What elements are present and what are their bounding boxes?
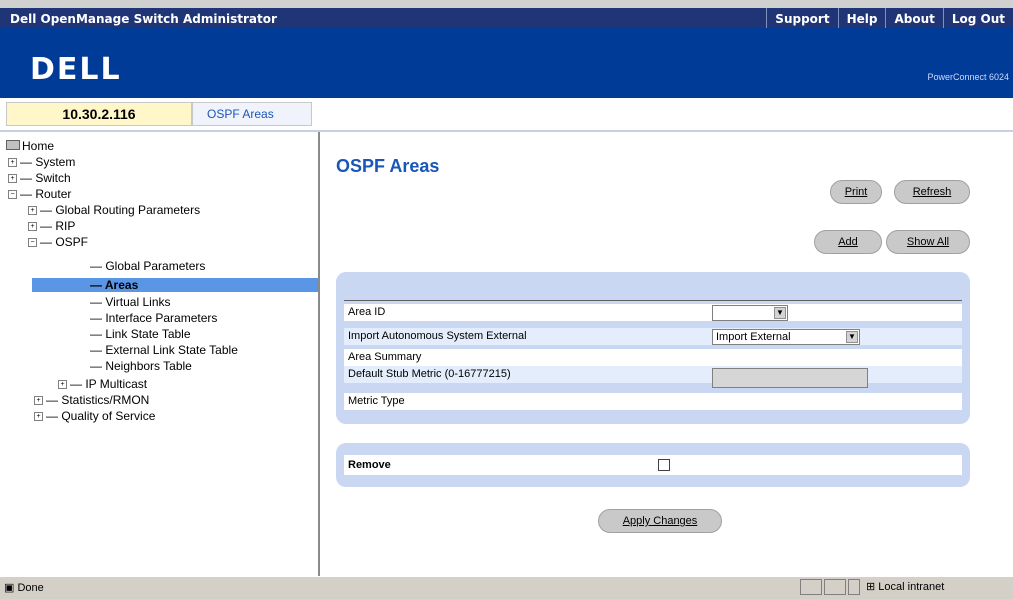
page-icon: ▣ <box>4 582 15 594</box>
expand-icon[interactable]: + <box>8 158 17 168</box>
add-button[interactable]: Add <box>814 230 882 254</box>
status-done: ▣ Done <box>4 582 44 594</box>
dell-logo: DELL <box>30 52 122 87</box>
refresh-button[interactable]: Refresh <box>894 180 970 204</box>
tree-system[interactable]: + — System <box>8 156 75 168</box>
tree-home[interactable]: Home <box>6 140 54 152</box>
app-title: Dell OpenManage Switch Administrator <box>10 12 277 26</box>
folder-icon <box>6 140 20 150</box>
area-id-row: Area ID <box>344 304 962 321</box>
logout-link[interactable]: Log Out <box>942 8 1013 28</box>
tree-ip-multicast[interactable]: + — IP Multicast <box>58 378 147 390</box>
tree-global-routing[interactable]: + — Global Routing Parameters <box>28 204 200 216</box>
chevron-down-icon: ▼ <box>846 331 858 343</box>
metric-type-row: Metric Type <box>344 393 962 410</box>
area-id-select[interactable]: ▼ <box>712 305 788 321</box>
divider <box>344 300 962 301</box>
expand-icon[interactable]: + <box>34 396 43 406</box>
import-select[interactable]: Import External ▼ <box>712 329 860 345</box>
support-link[interactable]: Support <box>766 8 837 28</box>
about-link[interactable]: About <box>885 8 942 28</box>
stub-metric-row: Default Stub Metric (0-16777215) <box>344 366 962 383</box>
expand-icon[interactable]: + <box>28 222 37 232</box>
status-bar: ▣ Done ⊞ Local intranet <box>0 576 1013 599</box>
help-link[interactable]: Help <box>837 8 886 28</box>
areas-form-panel: Area ID ▼ Import Autonomous System Exter… <box>336 272 970 424</box>
tree-statistics[interactable]: + — Statistics/RMON <box>34 394 149 406</box>
tree-ospf[interactable]: − — OSPF <box>28 236 88 248</box>
intranet-icon: ⊞ <box>866 581 876 593</box>
import-row: Import Autonomous System External <box>344 328 962 345</box>
stub-metric-input[interactable] <box>712 368 868 388</box>
show-all-button[interactable]: Show All <box>886 230 970 254</box>
selection-highlight <box>32 278 318 292</box>
chevron-down-icon: ▼ <box>774 307 786 319</box>
tree-interface-params[interactable]: — Interface Parameters <box>90 312 217 324</box>
title-bar: Dell OpenManage Switch Administrator Sup… <box>0 0 1013 28</box>
expand-icon[interactable]: + <box>58 380 67 390</box>
remove-checkbox[interactable] <box>658 459 670 471</box>
tree-areas[interactable]: — Areas <box>90 279 138 291</box>
print-button[interactable]: Print <box>830 180 882 204</box>
page-title: OSPF Areas <box>336 156 440 176</box>
nav-tree: Home + — System + — Switch − — Router + — Gl… <box>0 132 320 576</box>
remove-row: Remove <box>344 455 962 475</box>
tree-router[interactable]: − — Router <box>8 188 71 200</box>
expand-icon[interactable]: + <box>8 174 17 184</box>
status-zone: ⊞ Local intranet <box>866 581 945 593</box>
expand-icon[interactable]: + <box>28 206 37 216</box>
expand-icon[interactable]: + <box>34 412 43 422</box>
status-segment <box>800 579 822 595</box>
tree-virtual-links[interactable]: — Virtual Links <box>90 296 171 308</box>
info-bar: 10.30.2.116 OSPF Areas <box>0 98 1013 132</box>
top-links: Support Help About Log Out <box>766 8 1013 28</box>
remove-panel: Remove <box>336 443 970 487</box>
status-segment <box>848 579 860 595</box>
model-name: PowerConnect 6024 <box>927 72 1009 82</box>
tree-ext-link-state[interactable]: — External Link State Table <box>90 344 238 356</box>
tree-switch[interactable]: + — Switch <box>8 172 71 184</box>
collapse-icon[interactable]: − <box>8 190 17 200</box>
tree-global-params[interactable]: — Global Parameters <box>90 260 205 272</box>
banner: DELL PowerConnect 6024 <box>0 28 1013 98</box>
tree-link-state[interactable]: — Link State Table <box>90 328 191 340</box>
status-segment <box>824 579 846 595</box>
ip-address: 10.30.2.116 <box>6 102 192 126</box>
collapse-icon[interactable]: − <box>28 238 37 248</box>
tree-qos[interactable]: + — Quality of Service <box>34 410 155 422</box>
tree-rip[interactable]: + — RIP <box>28 220 75 232</box>
area-summary-row: Area Summary <box>344 349 962 366</box>
content-area: OSPF Areas Print Refresh Add Show All Ar… <box>320 132 1013 576</box>
tree-neighbors[interactable]: — Neighbors Table <box>90 360 192 372</box>
breadcrumb: OSPF Areas <box>192 102 312 126</box>
apply-changes-button[interactable]: Apply Changes <box>598 509 722 533</box>
